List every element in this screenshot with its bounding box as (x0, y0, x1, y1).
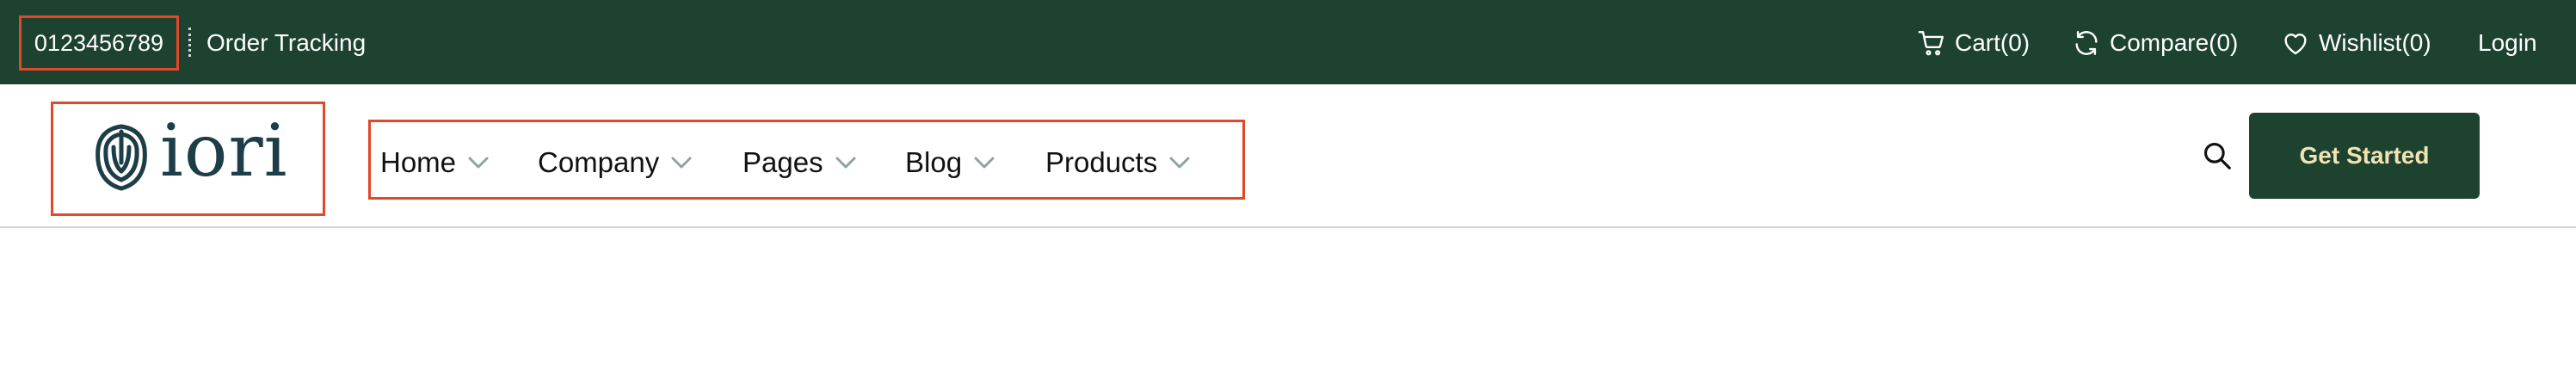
phone-number[interactable]: 0123456789 (34, 30, 163, 57)
order-tracking-link[interactable]: Order Tracking (206, 29, 366, 57)
nav-pages[interactable]: Pages (743, 146, 858, 179)
nav-blog-label: Blog (905, 146, 963, 178)
nav-home-label: Home (380, 146, 457, 178)
fingerprint-logo-icon (96, 124, 147, 191)
heart-icon (2284, 34, 2307, 55)
cart-link[interactable]: Cart(0) (1917, 26, 2030, 60)
get-started-button[interactable]: Get Started (2249, 113, 2480, 199)
top-bar: 0123456789 Order Tracking Cart(0) Compar… (0, 0, 2576, 84)
nav-company[interactable]: Company (538, 146, 693, 179)
chevron-down-icon (974, 157, 995, 169)
nav-company-label: Company (538, 146, 660, 178)
compare-label: Compare(0) (2110, 29, 2239, 56)
cart-icon (1918, 31, 1944, 56)
nav-pages-label: Pages (743, 146, 823, 178)
wishlist-label: Wishlist(0) (2319, 29, 2431, 56)
nav-products-label: Products (1045, 146, 1158, 178)
main-header: iori Home Company Pages Blog Products Ge… (0, 84, 2576, 228)
wishlist-link[interactable]: Wishlist(0) (2281, 26, 2431, 60)
nav-blog[interactable]: Blog (905, 146, 996, 179)
compare-icon (2075, 31, 2098, 55)
nav-home[interactable]: Home (380, 146, 490, 179)
chevron-down-icon (835, 157, 856, 169)
topbar-divider (188, 28, 191, 57)
nav-products[interactable]: Products (1045, 146, 1192, 179)
phone-highlight[interactable]: 0123456789 (19, 15, 179, 71)
chevron-down-icon (1169, 157, 1190, 169)
cart-label: Cart(0) (1955, 29, 2031, 56)
chevron-down-icon (468, 157, 489, 169)
compare-link[interactable]: Compare(0) (2072, 26, 2238, 60)
main-nav: Home Company Pages Blog Products (368, 120, 1245, 200)
site-logo[interactable]: iori (51, 102, 325, 216)
login-link[interactable]: Login (2478, 26, 2537, 60)
search-icon[interactable] (2201, 139, 2234, 172)
chevron-down-icon (671, 157, 692, 169)
logo-text: iori (160, 108, 288, 193)
